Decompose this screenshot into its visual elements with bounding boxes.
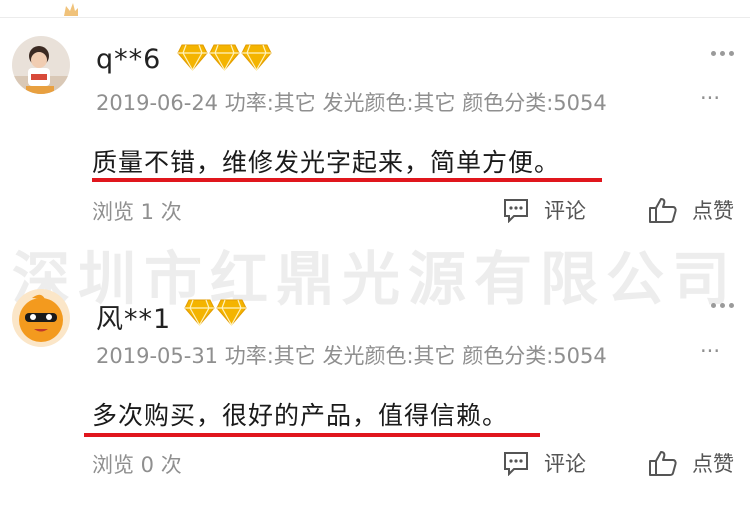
avatar[interactable] [12,289,70,347]
comment-label: 评论 [544,452,586,476]
review-card: 风**1 2019-05-31 功率:其它 发光颜色:其它 颜色分类:5054 … [0,0,750,477]
review-meta: 2019-05-31 功率:其它 发光颜色:其它 颜色分类:5054 [96,344,607,368]
like-button[interactable]: 点赞 [648,448,734,478]
user-badges [184,298,247,326]
meta-ellipsis: ··· [699,339,720,363]
review-content: 多次购买，很好的产品，值得信赖。 [92,401,509,430]
highlight-underline [84,433,540,437]
thumbs-up-icon [649,451,677,476]
like-label: 点赞 [692,452,734,476]
comment-icon [504,452,528,476]
username[interactable]: 风**1 [96,297,171,336]
diamond-badge-icon [184,299,215,326]
diamond-badge-icon [216,299,247,326]
view-count: 浏览 0 次 [92,453,182,477]
comment-button[interactable]: 评论 [502,448,586,478]
more-dots-icon[interactable] [711,303,734,308]
